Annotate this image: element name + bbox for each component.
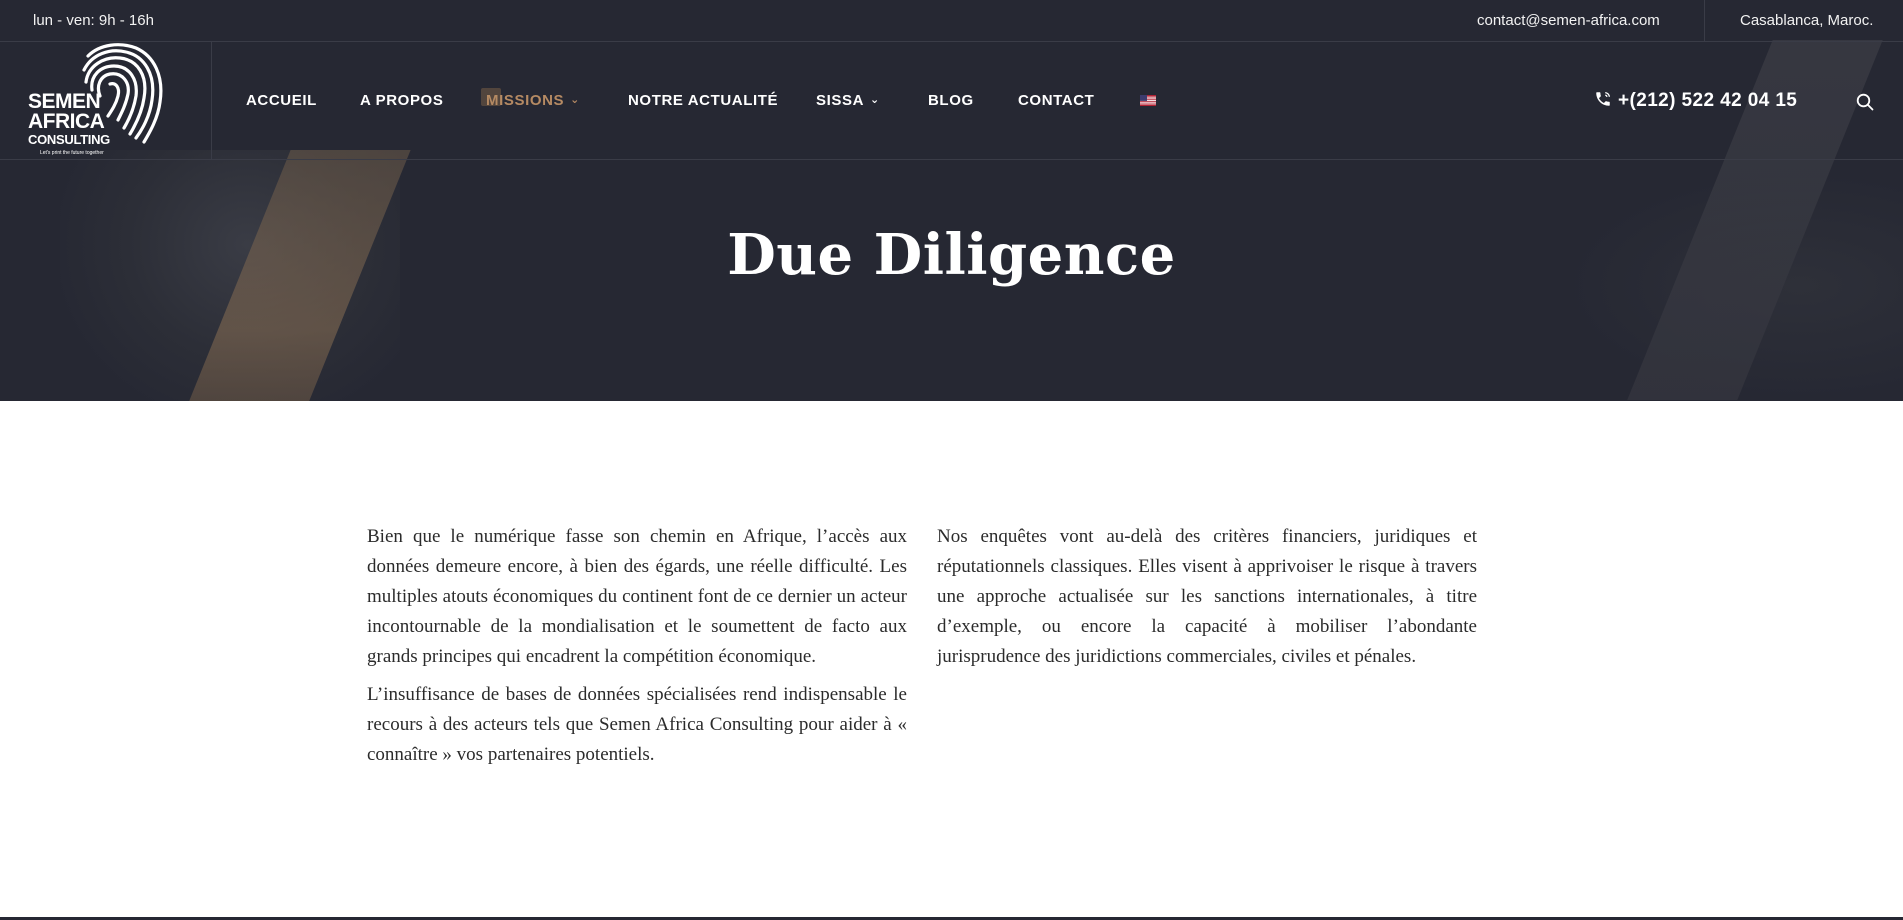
main-navbar: SEMEN AFRICA CONSULTING Let's print the … <box>0 42 1903 160</box>
chevron-down-icon: ⌄ <box>870 94 880 106</box>
nav-label: SISSA <box>816 92 865 109</box>
nav-item-notre-actualite[interactable]: NOTRE ACTUALITÉ <box>628 92 778 109</box>
paragraph: Bien que le numérique fasse son chemin e… <box>367 526 907 667</box>
paragraph: Nos enquêtes vont au-delà des critères f… <box>937 526 1477 667</box>
location-text: Casablanca, Maroc. <box>1740 12 1874 29</box>
nav-label: MISSIONS <box>486 92 565 109</box>
nav-item-blog[interactable]: BLOG <box>928 92 974 109</box>
topbar-divider <box>1704 0 1705 42</box>
nav-item-sissa[interactable]: SISSA ⌄ <box>816 92 880 109</box>
search-icon[interactable] <box>1855 92 1875 112</box>
logo-text-consulting: CONSULTING <box>28 132 110 147</box>
us-flag-icon[interactable] <box>1140 95 1156 106</box>
nav-label: A PROPOS <box>360 92 444 109</box>
top-bar: lun - ven: 9h - 16h contact@semen-africa… <box>0 0 1903 42</box>
fingerprint-logo-icon: SEMEN AFRICA CONSULTING Let's print the … <box>28 43 163 156</box>
nav-item-contact[interactable]: CONTACT <box>1018 92 1094 109</box>
logo-text-africa: AFRICA <box>28 110 105 133</box>
phone-icon <box>1596 91 1611 106</box>
nav-item-missions[interactable]: MISSIONS ⌄ <box>486 92 580 109</box>
logo-tagline: Let's print the future together <box>40 150 104 156</box>
nav-label: CONTACT <box>1018 92 1095 109</box>
content-column-right: Nos enquêtes vont au-delà des critères f… <box>937 522 1477 672</box>
phone-number: +(212) 522 42 04 15 <box>1618 90 1798 111</box>
chevron-down-icon: ⌄ <box>570 94 580 106</box>
site-logo[interactable]: SEMEN AFRICA CONSULTING Let's print the … <box>0 42 212 160</box>
paragraph: L’insuffisance de bases de données spéci… <box>367 684 907 765</box>
content-column-left: Bien que le numérique fasse son chemin e… <box>367 522 907 770</box>
contact-email-link[interactable]: contact@semen-africa.com <box>1477 12 1660 29</box>
phone-link[interactable]: +(212) 522 42 04 15 <box>1594 90 1797 112</box>
business-hours: lun - ven: 9h - 16h <box>33 12 154 29</box>
nav-label: ACCUEIL <box>246 92 317 109</box>
nav-item-a-propos[interactable]: A PROPOS <box>360 92 443 109</box>
page-title: Due Diligence <box>727 222 1176 288</box>
nav-label: NOTRE ACTUALITÉ <box>628 92 779 109</box>
hero-banner: lun - ven: 9h - 16h contact@semen-africa… <box>0 0 1903 401</box>
nav-item-accueil[interactable]: ACCUEIL <box>246 92 317 109</box>
nav-label: BLOG <box>928 92 974 109</box>
